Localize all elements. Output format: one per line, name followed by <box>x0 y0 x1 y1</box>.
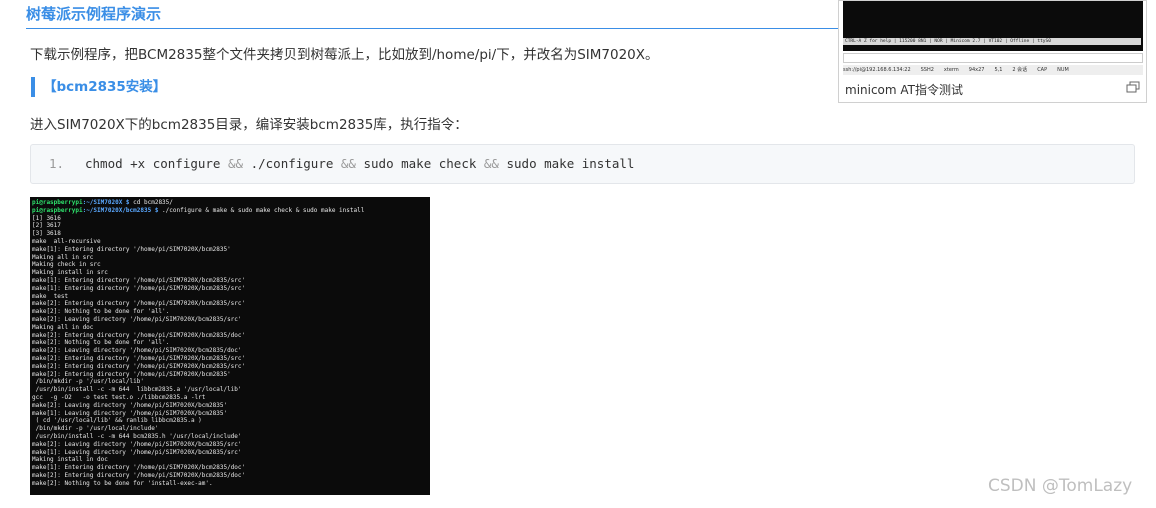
minicom-thumbnail-card[interactable]: CTRL-A Z for help | 115200 8N1 | NOR | M… <box>838 0 1147 103</box>
intro-paragraph: 下载示例程序，把BCM2835整个文件夹拷贝到树莓派上，比如放到/home/pi… <box>30 47 659 63</box>
terminal-line: /usr/bin/install -c -m 644 libbcm2835.a … <box>32 386 242 394</box>
status-bar-item: SSH2 <box>920 67 934 73</box>
code-token: sudo make install <box>498 156 635 171</box>
terminal-line: make[2]: Nothing to be done for 'all'. <box>32 308 170 316</box>
terminal-line: /bin/mkdir -p '/usr/local/lib' <box>32 378 144 386</box>
status-bar-item: 5,1 <box>994 67 1003 73</box>
terminal-line: [3] 3618 <box>32 230 61 238</box>
terminal-screenshot: pi@raspberrypi:~/SIM7020X $ cd bcm2835/p… <box>30 197 430 495</box>
ssh-status-bar: ssh://pi@192.168.6.134:22 SSH2 xterm 94x27 5… <box>843 65 1143 75</box>
terminal-line: make[2]: Leaving directory '/home/pi/SIM… <box>32 315 242 323</box>
terminal-line: Making check in src <box>32 261 101 269</box>
code-line[interactable]: chmod +x configure && ./configure && sud… <box>85 145 634 183</box>
terminal-input-bar <box>843 53 1143 63</box>
prompt-command: ./configure & make & sudo make check & s… <box>158 206 365 214</box>
terminal-line: gcc -g -O2 -o test test.o ./libbcm2835.a… <box>32 393 206 401</box>
terminal-line: make[1]: Entering directory '/home/pi/SI… <box>32 464 246 472</box>
prompt-user: pi@raspberrypi <box>32 199 83 206</box>
terminal-line: make[2]: Entering directory '/home/pi/SI… <box>32 300 246 308</box>
image-caption: minicom AT指令测试 <box>845 83 964 97</box>
status-bar-item: xterm <box>943 67 959 73</box>
terminal-line: /usr/bin/install -c -m 644 bcm2835.h '/u… <box>32 432 242 440</box>
terminal-line: make test <box>32 292 69 300</box>
terminal-line: Making all in doc <box>32 323 94 331</box>
terminal-line: make[2]: Nothing to be done for 'all'. <box>32 339 170 347</box>
code-operator: && <box>483 156 499 171</box>
code-token: sudo make check <box>355 156 484 171</box>
terminal-line: make[1]: Entering directory '/home/pi/SI… <box>32 245 231 253</box>
terminal-line: make[2]: Entering directory '/home/pi/SI… <box>32 354 246 362</box>
watermark: CSDN @TomLazy <box>988 476 1133 496</box>
terminal-line: Making all in src <box>32 253 94 261</box>
terminal-line: make[1]: Leaving directory '/home/pi/SIM… <box>32 448 242 456</box>
code-block[interactable]: 1. chmod +x configure && ./configure && … <box>30 144 1135 184</box>
title-divider <box>26 28 838 29</box>
code-operator: && <box>340 156 356 171</box>
terminal-line: make[2]: Entering directory '/home/pi/SI… <box>32 471 246 479</box>
code-token: ./configure <box>243 156 341 171</box>
prompt-user: pi@raspberrypi <box>32 206 83 214</box>
step-paragraph: 进入SIM7020X下的bcm2835目录，编译安装bcm2835库，执行指令： <box>30 117 468 133</box>
terminal-line: make[2]: Entering directory '/home/pi/SI… <box>32 370 231 378</box>
status-bar-item: 2 会话 <box>1012 67 1028 73</box>
code-operator: && <box>228 156 244 171</box>
prompt-path: :~/SIM7020X $ <box>82 199 130 206</box>
terminal-line: make[2]: Leaving directory '/home/pi/SIM… <box>32 347 242 355</box>
prompt-command: cd bcm2835/ <box>129 199 173 206</box>
terminal-line: ( cd '/usr/local/lib' && ranlib libbcm28… <box>32 417 202 425</box>
terminal-line: pi@raspberrypi:~/SIM7020X/bcm2835 $ ./co… <box>32 207 430 215</box>
terminal-line: [2] 3617 <box>32 222 61 230</box>
prompt-path: :~/SIM7020X/bcm2835 $ <box>82 206 159 214</box>
status-bar-item: CAP <box>1037 67 1048 73</box>
terminal-line: make[1]: Entering directory '/home/pi/SI… <box>32 284 246 292</box>
code-line-number: 1. <box>49 156 65 171</box>
subheading-bcm2835: 【bcm2835安装】 <box>31 77 166 97</box>
terminal-line: make[1]: Leaving directory '/home/pi/SIM… <box>32 409 228 417</box>
status-bar-item: ssh://pi@192.168.6.134:22 <box>843 67 911 73</box>
expand-icon[interactable] <box>1126 81 1140 93</box>
terminal-line: make[2]: Nothing to be done for 'install… <box>32 479 213 487</box>
terminal-line: Making install in src <box>32 269 108 277</box>
minicom-status-line: CTRL-A Z for help | 115200 8N1 | NOR | M… <box>843 38 1141 45</box>
terminal-line: make all-recursive <box>32 237 101 245</box>
terminal-line: [1] 3616 <box>32 214 61 222</box>
terminal-line: make[1]: Entering directory '/home/pi/SI… <box>32 276 246 284</box>
minicom-screen: CTRL-A Z for help | 115200 8N1 | NOR | M… <box>843 1 1143 51</box>
code-token: chmod +x configure <box>85 156 228 171</box>
status-bar-item: NUM <box>1057 67 1069 73</box>
terminal-line: pi@raspberrypi:~/SIM7020X $ cd bcm2835/ <box>32 199 430 207</box>
terminal-line: make[2]: Leaving directory '/home/pi/SIM… <box>32 440 242 448</box>
status-bar-item: 94x27 <box>968 67 985 73</box>
terminal-line: make[2]: Leaving directory '/home/pi/SIM… <box>32 401 228 409</box>
terminal-line: Making install in doc <box>32 456 108 464</box>
terminal-line: make[2]: Entering directory '/home/pi/SI… <box>32 362 246 370</box>
terminal-line: make[2]: Entering directory '/home/pi/SI… <box>32 331 246 339</box>
terminal-line: /bin/mkdir -p '/usr/local/include' <box>32 425 159 433</box>
section-title: 树莓派示例程序演示 <box>26 5 162 23</box>
